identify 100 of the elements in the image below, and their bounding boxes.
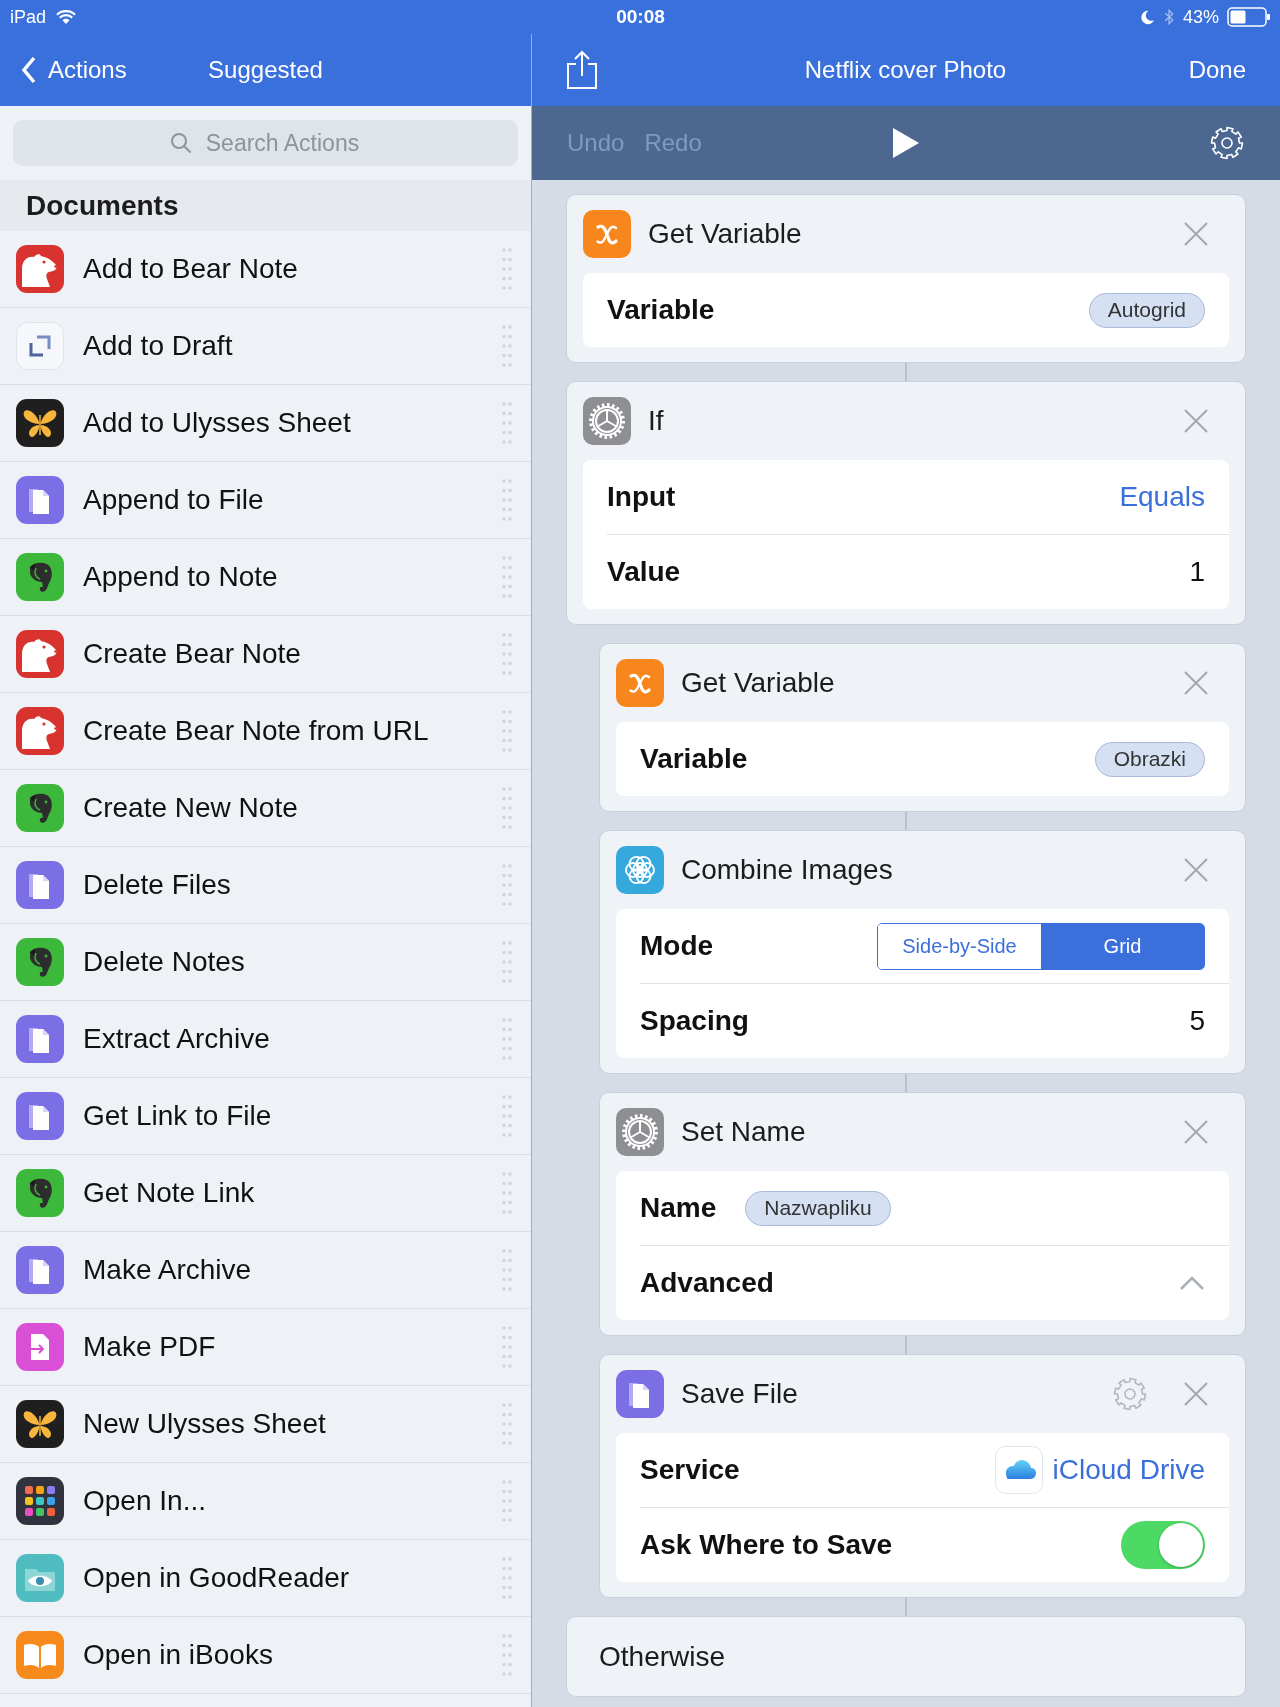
service-button[interactable]: iCloud Drive	[994, 1446, 1205, 1494]
drag-handle-icon[interactable]	[501, 632, 513, 676]
action-list-item[interactable]: New Ulysses Sheet	[0, 1386, 531, 1463]
action-title: If	[648, 405, 665, 437]
drag-handle-icon[interactable]	[501, 247, 513, 291]
battery-percentage: 43%	[1182, 6, 1219, 28]
drag-handle-icon[interactable]	[501, 1248, 513, 1292]
action-list-item[interactable]: Append to File	[0, 462, 531, 539]
bear-icon	[16, 245, 64, 293]
action-list-item[interactable]: Delete Notes	[0, 924, 531, 1001]
variable-token[interactable]: Obrazki	[1094, 741, 1205, 777]
drag-handle-icon[interactable]	[501, 786, 513, 830]
action-list-item[interactable]: Extract Archive	[0, 1001, 531, 1078]
document-icon	[616, 1370, 664, 1418]
search-field[interactable]: Search Actions	[13, 120, 518, 166]
action-list-item[interactable]: Make Archive	[0, 1232, 531, 1309]
section-header: Documents	[0, 180, 531, 231]
action-title: Combine Images	[681, 854, 894, 886]
variable-token[interactable]: Nazwapliku	[745, 1190, 891, 1226]
gear-icon	[616, 1108, 664, 1156]
drag-handle-icon[interactable]	[501, 1479, 513, 1523]
drag-handle-icon[interactable]	[501, 1556, 513, 1600]
action-list-item[interactable]: Create Bear Note	[0, 616, 531, 693]
close-icon[interactable]	[1184, 1382, 1208, 1406]
elephant-icon	[16, 784, 64, 832]
action-list-item[interactable]: Open In...	[0, 1463, 531, 1540]
action-list-item[interactable]: Make PDF	[0, 1309, 531, 1386]
bear-icon	[16, 630, 64, 678]
chevron-up-icon[interactable]	[1179, 1275, 1205, 1291]
butterfly-icon	[16, 1400, 64, 1448]
elephant-icon	[16, 553, 64, 601]
parameter-label: Ask Where to Save	[640, 1529, 893, 1561]
action-list-item[interactable]: Open in iBooks	[0, 1617, 531, 1694]
drag-handle-icon[interactable]	[501, 1017, 513, 1061]
document-icon	[16, 1015, 64, 1063]
segment-button[interactable]: Grid	[1041, 923, 1204, 969]
eye-icon	[16, 1554, 64, 1602]
elephant-icon	[16, 1169, 64, 1217]
drag-handle-icon[interactable]	[501, 1171, 513, 1215]
action-list-item[interactable]: Delete Files	[0, 847, 531, 924]
drag-handle-icon[interactable]	[501, 709, 513, 753]
parameter-label: Value	[607, 556, 681, 588]
status-time: 00:08	[616, 6, 665, 28]
value-field[interactable]: 1	[1189, 556, 1205, 588]
parameter-label: Advanced	[640, 1267, 774, 1299]
gear-icon	[583, 397, 631, 445]
action-list-item[interactable]: Create New Note	[0, 770, 531, 847]
drag-handle-icon[interactable]	[501, 1094, 513, 1138]
search-icon	[169, 132, 192, 154]
drag-handle-icon[interactable]	[501, 940, 513, 984]
action-list-item[interactable]: Open in GoodReader	[0, 1540, 531, 1617]
elephant-icon	[16, 938, 64, 986]
document-icon	[16, 861, 64, 909]
parameter-link[interactable]: Equals	[1119, 481, 1205, 513]
document-icon	[16, 476, 64, 524]
share-icon[interactable]	[565, 50, 599, 90]
drag-handle-icon[interactable]	[501, 478, 513, 522]
corner-frame-icon	[16, 322, 64, 370]
drag-handle-icon[interactable]	[501, 1402, 513, 1446]
action-list-item[interactable]: Add to Draft	[0, 308, 531, 385]
parameter-label: Service	[640, 1454, 740, 1486]
action-list-item[interactable]: Add to Ulysses Sheet	[0, 385, 531, 462]
bear-icon	[16, 707, 64, 755]
toggle-switch[interactable]	[1121, 1521, 1205, 1569]
wifi-icon	[56, 9, 77, 25]
drag-handle-icon[interactable]	[501, 863, 513, 907]
app-grid-icon	[16, 1477, 64, 1525]
document-icon	[16, 1246, 64, 1294]
flower-icon	[616, 846, 664, 894]
action-title: Set Name	[681, 1116, 807, 1148]
variable-token[interactable]: Autogrid	[1088, 292, 1205, 328]
parameter-label: Mode	[640, 930, 714, 962]
value-field[interactable]: 5	[1189, 1005, 1205, 1037]
play-icon[interactable]	[890, 126, 921, 160]
parameter-label: Variable	[640, 743, 748, 775]
close-icon[interactable]	[1184, 671, 1208, 695]
drag-handle-icon[interactable]	[501, 1633, 513, 1677]
drag-handle-icon[interactable]	[501, 1325, 513, 1369]
branch-label: Otherwise	[599, 1640, 726, 1673]
drag-handle-icon[interactable]	[501, 555, 513, 599]
parameter-label: Name	[640, 1192, 717, 1224]
italic-x-icon	[616, 659, 664, 707]
action-list-item[interactable]: Get Note Link	[0, 1155, 531, 1232]
action-list-item[interactable]: Get Link to File	[0, 1078, 531, 1155]
bluetooth-icon	[1162, 7, 1175, 27]
action-list-item[interactable]: Add to Bear Note	[0, 231, 531, 308]
close-icon[interactable]	[1184, 222, 1208, 246]
done-button[interactable]: Done	[1188, 56, 1246, 84]
close-icon[interactable]	[1184, 858, 1208, 882]
italic-x-icon	[583, 210, 631, 258]
close-icon[interactable]	[1184, 409, 1208, 433]
action-list-item[interactable]: Append to Note	[0, 539, 531, 616]
back-button[interactable]: Actions	[21, 56, 127, 84]
drag-handle-icon[interactable]	[501, 401, 513, 445]
action-list-item[interactable]: Create Bear Note from URL	[0, 693, 531, 770]
moon-icon	[1139, 9, 1155, 25]
open-book-icon	[16, 1631, 64, 1679]
drag-handle-icon[interactable]	[501, 324, 513, 368]
close-icon[interactable]	[1184, 1120, 1208, 1144]
parameter-label: Variable	[607, 294, 715, 326]
